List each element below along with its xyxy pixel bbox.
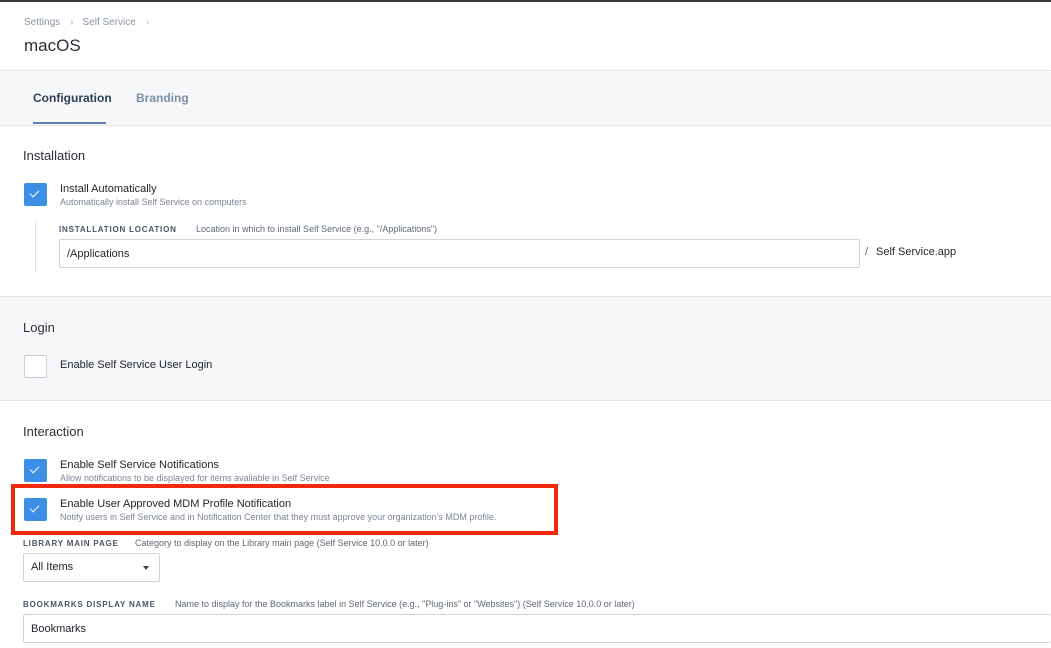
section-title-installation: Installation <box>23 148 86 163</box>
login-section: Login Enable Self Service User Login <box>0 296 1051 401</box>
chevron-right-icon: › <box>145 17 150 28</box>
app-name-suffix: Self Service.app <box>876 246 957 258</box>
breadcrumb: Settings › Self Service › <box>24 17 158 28</box>
installation-location-input[interactable] <box>59 239 860 268</box>
breadcrumb-settings-link[interactable]: Settings <box>24 17 60 28</box>
chevron-right-icon: › <box>70 17 74 28</box>
path-separator: / <box>865 246 869 258</box>
tab-bar: Configuration Branding <box>0 72 1051 126</box>
installation-location-label: INSTALLATION LOCATION <box>59 225 177 234</box>
page-header: Settings › Self Service › macOS <box>0 2 1051 71</box>
enable-user-login-label: Enable Self Service User Login <box>60 359 213 371</box>
section-title-interaction: Interaction <box>23 424 84 439</box>
install-automatically-checkbox[interactable] <box>24 183 47 206</box>
tab-branding[interactable]: Branding <box>136 91 189 105</box>
page-title: macOS <box>24 36 81 55</box>
caret-down-icon <box>143 566 149 570</box>
bookmarks-display-name-label: BOOKMARKS DISPLAY NAME <box>23 600 156 609</box>
highlight-annotation-box <box>11 484 558 535</box>
enable-notifications-checkbox[interactable] <box>24 459 47 482</box>
breadcrumb-self-service-link[interactable]: Self Service <box>82 17 135 28</box>
bookmarks-display-name-description: Name to display for the Bookmarks label … <box>175 599 635 609</box>
enable-user-login-checkbox[interactable] <box>24 355 47 378</box>
library-main-page-value: All Items <box>31 561 74 573</box>
library-main-page-description: Category to display on the Library main … <box>135 538 429 548</box>
section-title-login: Login <box>23 320 55 335</box>
library-main-page-select[interactable]: All Items <box>23 553 160 582</box>
tab-configuration[interactable]: Configuration <box>33 91 112 105</box>
indent-guide <box>35 222 36 272</box>
enable-notifications-description: Allow notifications to be displayed for … <box>60 473 330 483</box>
install-automatically-description: Automatically install Self Service on co… <box>60 197 247 207</box>
installation-location-description: Location in which to install Self Servic… <box>196 224 438 234</box>
active-tab-indicator <box>33 122 106 124</box>
install-automatically-label: Install Automatically <box>60 183 157 195</box>
bookmarks-display-name-input[interactable] <box>23 614 1051 643</box>
library-main-page-label: LIBRARY MAIN PAGE <box>23 539 119 548</box>
enable-notifications-label: Enable Self Service Notifications <box>60 459 219 471</box>
